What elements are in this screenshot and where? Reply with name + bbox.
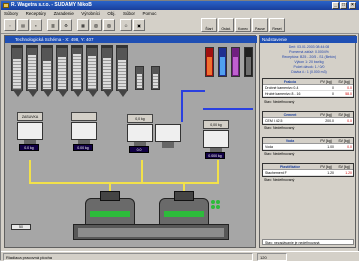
status-lights — [211, 200, 225, 210]
group-frakcia: Frakcia PV [kg] SV [kg] Drobné kamenivo 0-… — [262, 78, 354, 98]
weight-display: 0.000 kg — [205, 152, 225, 159]
panel-info: Deň: 03.01.2003 08:44:08 Pomerná záťaž: … — [281, 45, 337, 74]
minimize-button[interactable]: _ — [332, 2, 339, 9]
cement-scale-label: 0,0 kg — [127, 114, 153, 123]
aggregate-silo[interactable] — [101, 45, 113, 97]
mixer-left[interactable] — [85, 191, 135, 226]
save-icon[interactable]: ▪ — [30, 19, 42, 31]
additive-tank[interactable] — [231, 47, 240, 77]
cement-silo[interactable] — [151, 66, 160, 90]
settings-icon[interactable]: ⚙ — [60, 19, 72, 31]
start-button[interactable]: Štart — [201, 18, 217, 32]
aggregate-silo[interactable] — [86, 45, 98, 97]
water-pipe — [181, 90, 205, 92]
close-button[interactable]: × — [349, 2, 356, 9]
aggregate-silo[interactable] — [56, 45, 68, 97]
aggregate-hopper[interactable] — [17, 122, 43, 146]
print-icon[interactable]: ▥ — [47, 19, 59, 31]
additive-scale-label: 0,00 kg — [203, 120, 229, 129]
group-voda: Voda PV [kg] SV [kg] Voda 1.00 0.0 — [262, 137, 354, 151]
indicator-display: 50 — [11, 224, 31, 230]
feed-line — [141, 160, 143, 184]
table-row[interactable]: Stachement F 1.20 1.20 — [263, 170, 353, 176]
aggregate-hopper[interactable] — [71, 122, 97, 146]
panel-footer: Stav: nezadávanie je nedefinovaná — [262, 239, 354, 245]
maximize-button[interactable]: □ — [340, 2, 347, 9]
app-icon — [3, 3, 9, 8]
aggregate-silo[interactable] — [26, 45, 38, 97]
table-row[interactable]: Hrubé kamenivo 8 - 16 0 58.0 — [263, 91, 353, 97]
schema-title: Technologická Schéma - X: 498, Y: 407 — [5, 36, 257, 43]
new-icon[interactable]: ▫ — [4, 19, 16, 31]
menu-subor[interactable]: Súbor — [120, 10, 138, 17]
menu-bar: Súbory Receptúry Zaradenie Výrobníci Obj… — [1, 10, 359, 17]
menu-receptury[interactable]: Receptúry — [23, 10, 50, 17]
aggregate-silo[interactable] — [71, 45, 83, 97]
menu-obj[interactable]: Obj. — [104, 10, 118, 17]
settings-panel: Nadstavenie Deň: 03.01.2003 08:44:08 Pom… — [259, 35, 357, 248]
pause-button[interactable]: Pause — [252, 18, 268, 32]
aggregate-silo[interactable] — [116, 45, 128, 97]
technology-schema: Technologická Schéma - X: 498, Y: 407 ZA… — [4, 35, 257, 248]
weight-display: 0.00 kg — [73, 144, 93, 151]
water-hopper[interactable] — [155, 124, 181, 148]
title-bar: R. Wagetra s.r.o. - SUDAMY NikoB _ □ × — [1, 1, 359, 10]
cement-silo[interactable] — [135, 66, 144, 90]
additive-tank[interactable] — [205, 47, 214, 77]
aggregate-silo[interactable] — [41, 45, 53, 97]
aggregate-scale-label: ZASUVKA — [17, 112, 43, 121]
feed-line — [29, 160, 31, 184]
users-icon[interactable]: ☺ — [120, 19, 132, 31]
toolbar: ▫ ▤ ▪ ▥ ⚙ ▦ ▧ ▨ ☺ ▣ Štart Ostat. Konec P… — [1, 17, 359, 34]
additive-tank[interactable] — [244, 47, 253, 77]
cement-hopper[interactable] — [127, 124, 153, 148]
water-pipe — [181, 90, 183, 122]
report-icon[interactable]: ▧ — [90, 19, 102, 31]
menu-pomoc[interactable]: Pomoc — [139, 10, 159, 17]
menu-vyrobnici[interactable]: Výrobníci — [78, 10, 103, 17]
ostat-button[interactable]: Ostat. — [218, 18, 234, 32]
additive-tank[interactable] — [218, 47, 227, 77]
chart-icon[interactable]: ▨ — [103, 19, 115, 31]
weight-display: 0.0 kg — [19, 144, 39, 151]
panel-title: Nadstavenie — [260, 36, 357, 43]
group-status: Stav: Nedefinovaný — [264, 152, 295, 156]
table-icon[interactable]: ▦ — [77, 19, 89, 31]
menu-subory[interactable]: Súbory — [1, 10, 21, 17]
open-icon[interactable]: ▤ — [17, 19, 29, 31]
aggregate-silo[interactable] — [11, 45, 23, 97]
table-row[interactable]: CEM I 42.5 200.0 0.0 — [263, 118, 353, 124]
weight-display: 0.0 — [129, 146, 149, 153]
group-plastifikator: Plastifikátor PV [kg] SV [kg] Stachement F… — [262, 163, 354, 177]
app-window: R. Wagetra s.r.o. - SUDAMY NikoB _ □ × S… — [0, 0, 359, 261]
window-title: R. Wagetra s.r.o. - SUDAMY NikoB — [11, 2, 92, 8]
group-status: Stav: Nedefinovaný — [264, 100, 295, 104]
mixer-right[interactable] — [159, 191, 209, 226]
additive-pipe — [203, 108, 253, 110]
konec-button[interactable]: Konec — [235, 18, 251, 32]
group-status: Stav: Nedefinovaný — [264, 178, 295, 182]
reset-button[interactable]: Reset — [269, 18, 285, 32]
feed-line — [217, 160, 219, 184]
feed-line — [29, 182, 219, 184]
conveyor-belt[interactable] — [73, 224, 229, 240]
table-row[interactable]: Voda 1.00 0.0 — [263, 144, 353, 150]
group-cement: Cement PV [kg] SV [kg] CEM I 42.5 200.0 0.0 — [262, 111, 354, 125]
additive-hopper[interactable] — [203, 130, 229, 154]
aggregate-scale-label — [71, 112, 97, 121]
group-status: Stav: Nedefinovaný — [264, 126, 295, 130]
lock-icon[interactable]: ▣ — [133, 19, 145, 31]
menu-zaradenie[interactable]: Zaradenie — [51, 10, 77, 17]
